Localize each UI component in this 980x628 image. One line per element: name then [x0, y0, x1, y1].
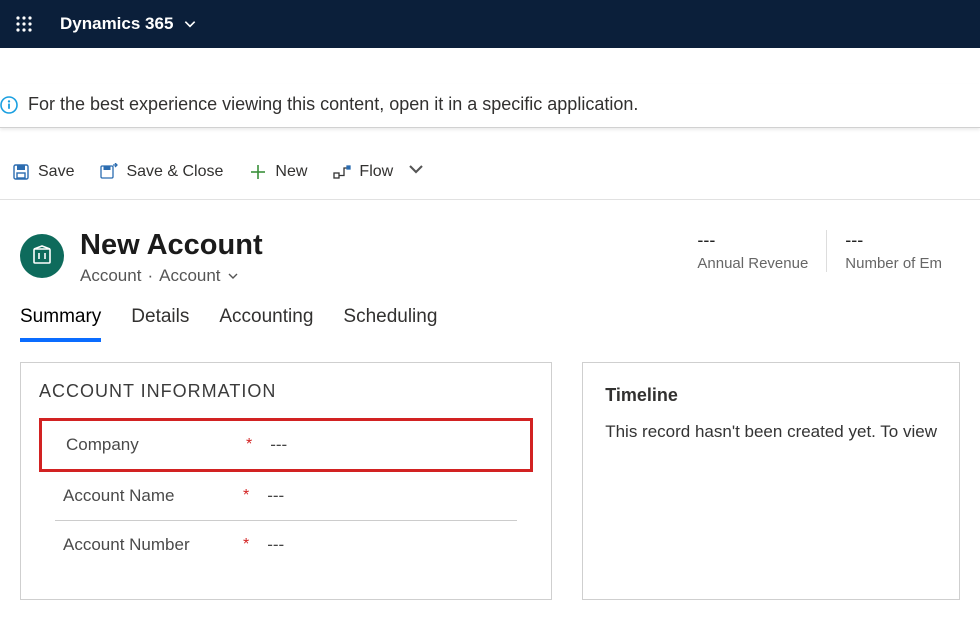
global-nav-bar: Dynamics 365 — [0, 0, 980, 48]
record-stats: --- Annual Revenue --- Number of Em — [679, 230, 960, 272]
field-value: --- — [270, 435, 287, 455]
save-button[interactable]: Save — [12, 163, 74, 181]
save-close-label: Save & Close — [126, 163, 223, 181]
timeline-panel: Timeline This record hasn't been created… — [582, 362, 960, 600]
save-label: Save — [38, 163, 74, 181]
save-icon — [12, 163, 30, 181]
flow-button[interactable]: Flow — [333, 160, 425, 183]
save-close-icon — [100, 163, 118, 181]
breadcrumb[interactable]: Account · Account — [80, 266, 263, 286]
flow-label: Flow — [359, 163, 393, 181]
field-account-number[interactable]: Account Number * --- — [55, 521, 517, 569]
flow-icon — [333, 163, 351, 181]
command-bar: Save Save & Close New Flow — [0, 144, 980, 200]
new-label: New — [275, 163, 307, 181]
new-button[interactable]: New — [249, 163, 307, 181]
tab-summary[interactable]: Summary — [20, 306, 101, 342]
form-content: ACCOUNT INFORMATION Company * --- Accoun… — [0, 342, 980, 620]
record-title: New Account — [80, 230, 263, 262]
timeline-title: Timeline — [605, 385, 937, 406]
app-switcher-chevron-icon[interactable] — [183, 17, 197, 31]
field-account-name[interactable]: Account Name * --- — [55, 472, 517, 521]
stat-annual-revenue[interactable]: --- Annual Revenue — [679, 230, 826, 272]
account-information-section: ACCOUNT INFORMATION Company * --- Accoun… — [20, 362, 552, 600]
tab-accounting[interactable]: Accounting — [219, 306, 313, 342]
stat-number-employees[interactable]: --- Number of Em — [826, 230, 960, 272]
info-notification-bar: For the best experience viewing this con… — [0, 84, 980, 128]
chevron-down-icon — [227, 270, 239, 282]
save-close-button[interactable]: Save & Close — [100, 163, 223, 181]
section-title: ACCOUNT INFORMATION — [39, 381, 533, 402]
info-icon — [0, 96, 18, 114]
app-launcher-icon[interactable] — [10, 10, 38, 38]
info-notification-text: For the best experience viewing this con… — [28, 94, 638, 115]
form-tabs: Summary Details Accounting Scheduling — [0, 296, 980, 342]
record-header: New Account Account · Account --- Annual… — [0, 200, 980, 296]
timeline-empty-message: This record hasn't been created yet. To … — [605, 422, 937, 442]
required-indicator: * — [243, 536, 249, 554]
tab-details[interactable]: Details — [131, 306, 189, 342]
required-indicator: * — [246, 436, 252, 454]
field-value: --- — [267, 535, 284, 555]
field-label: Account Name — [63, 486, 243, 506]
breadcrumb-view: Account — [159, 266, 220, 286]
required-indicator: * — [243, 487, 249, 505]
app-brand-label[interactable]: Dynamics 365 — [60, 14, 173, 34]
entity-badge-icon — [20, 234, 64, 278]
tab-scheduling[interactable]: Scheduling — [343, 306, 437, 342]
field-value: --- — [267, 486, 284, 506]
plus-icon — [249, 163, 267, 181]
breadcrumb-entity: Account — [80, 266, 141, 286]
chevron-down-icon — [407, 160, 425, 183]
field-label: Account Number — [63, 535, 243, 555]
field-label: Company — [66, 435, 246, 455]
field-company[interactable]: Company * --- — [39, 418, 533, 472]
